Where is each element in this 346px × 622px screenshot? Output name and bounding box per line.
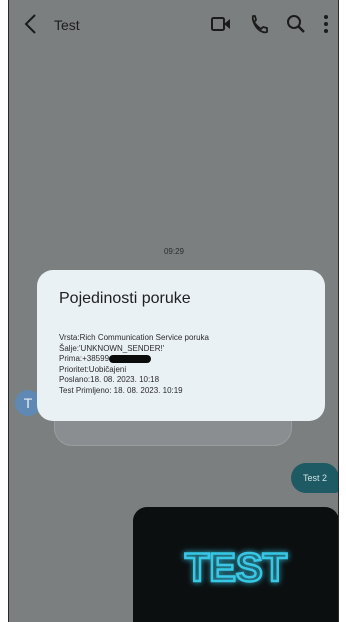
video-call-icon[interactable]: [210, 13, 232, 35]
top-app-bar: Test: [9, 0, 339, 50]
screenshot-border-left: [8, 0, 9, 622]
redaction-bar: [109, 354, 152, 363]
screenshot-border-right: [338, 0, 339, 622]
dialog-title: Pojedinosti poruke: [59, 290, 191, 307]
message-details-dialog: Pojedinosti poruke Vrsta:Rich Communicat…: [37, 270, 325, 421]
outgoing-message-bubble[interactable]: Test 2: [291, 463, 339, 493]
conversation-title: Test: [54, 17, 80, 33]
media-neon-text: TEST: [185, 546, 287, 590]
detail-priority: Prioritet:Uobičajeni: [59, 364, 127, 374]
detail-type: Vrsta:Rich Communication Service poruka: [59, 333, 209, 342]
detail-sender: Šalje:'UNKNOWN_SENDER!': [59, 343, 165, 353]
detail-recipient: Prima:+38599: [59, 354, 209, 365]
messaging-screen: Test 09:29 T Test 2 TEST Pojedinosti por…: [9, 0, 339, 622]
message-timestamp: 09:29: [163, 247, 185, 256]
back-arrow-icon[interactable]: [23, 13, 39, 35]
recipient-prefix: Prima:+38599: [59, 354, 110, 363]
media-message-image[interactable]: TEST: [133, 507, 339, 622]
phone-icon[interactable]: [248, 13, 270, 35]
more-vert-icon[interactable]: [320, 13, 332, 35]
search-icon[interactable]: [285, 13, 307, 35]
detail-sent: Poslano:18. 08. 2023. 10:18: [59, 375, 160, 384]
detail-received: Test Primljeno: 18. 08. 2023. 10:19: [59, 385, 183, 395]
details-list: Vrsta:Rich Communication Service poruka …: [59, 333, 209, 396]
